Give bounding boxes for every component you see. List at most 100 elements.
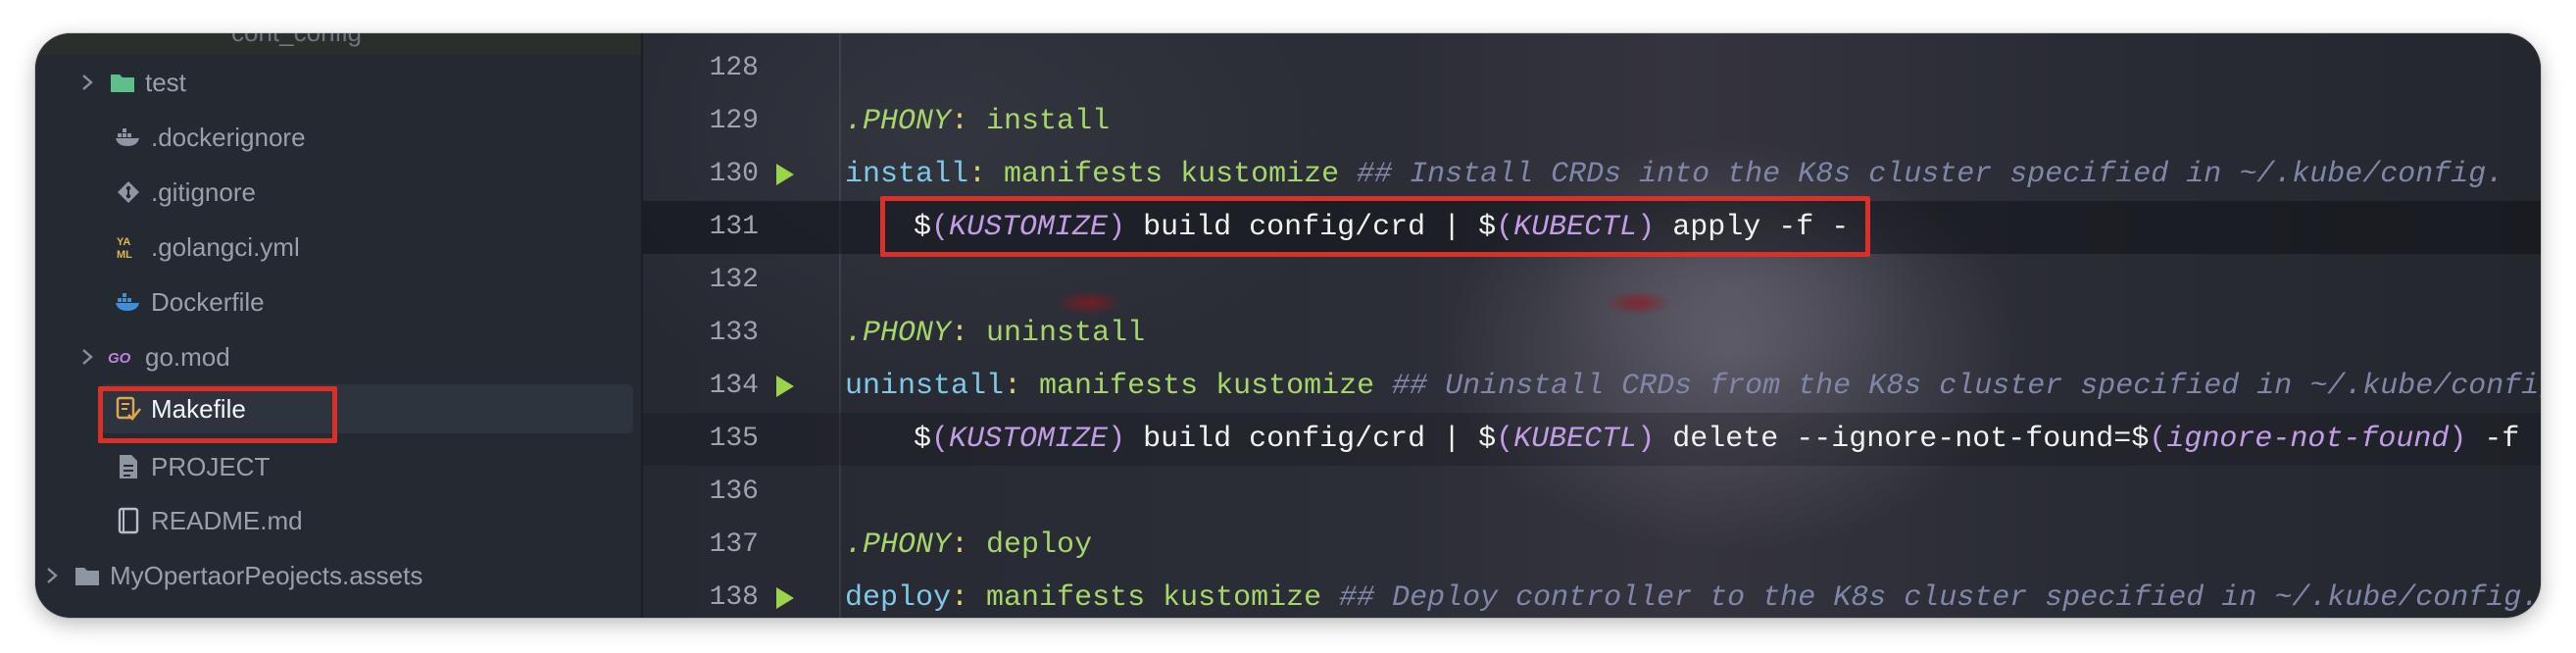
variable: KUBECTL — [1513, 423, 1638, 456]
phony-keyword: .PHONY — [845, 105, 952, 138]
phony-target: install — [968, 105, 1111, 138]
tree-item-project[interactable]: PROJECT — [114, 442, 270, 491]
colon: : — [951, 581, 969, 615]
folder-icon — [108, 68, 137, 97]
makefile-highlight-box — [98, 386, 337, 443]
folder-icon — [73, 561, 102, 590]
code-line[interactable]: 129 .PHONY: install — [643, 95, 2541, 148]
dollar: $ — [1478, 423, 1497, 456]
colon: : — [968, 158, 987, 191]
git-file-icon — [114, 177, 143, 207]
code-line[interactable]: 128 — [643, 42, 2541, 95]
tree-item-label: go.mod — [145, 341, 230, 372]
tree-item-assets[interactable]: MyOpertaorPeojects.assets — [41, 551, 422, 600]
tree-item-label: .golangci.yml — [151, 231, 300, 262]
code-line[interactable]: 132 — [643, 254, 2541, 307]
tree-item-label: PROJECT — [151, 451, 271, 481]
rule-deps: manifests kustomize — [986, 158, 1340, 191]
variable: KUSTOMIZE — [949, 423, 1109, 456]
rule-name: deploy — [845, 581, 952, 615]
line-number: 138 — [709, 582, 759, 613]
tree-item-go-mod[interactable]: GO go.mod — [76, 332, 230, 381]
rule-name: uninstall — [845, 370, 1005, 403]
code-line[interactable]: 134 uninstall: manifests kustomize ## Un… — [643, 360, 2541, 413]
line-number: 137 — [709, 529, 759, 560]
phony-keyword: .PHONY — [845, 528, 952, 562]
comment: ## Deploy controller to the K8s cluster … — [1321, 581, 2540, 615]
project-sidebar: cont_config test .dockerignore .gitignor… — [35, 33, 641, 618]
code-line[interactable]: 136 — [643, 466, 2541, 519]
command-text: -f - — [2484, 423, 2541, 456]
run-target-icon[interactable] — [776, 376, 794, 397]
paren: ) — [1637, 423, 1656, 456]
code-text: .PHONY: uninstall — [845, 307, 1145, 360]
paren: ( — [931, 423, 950, 456]
chevron-right-icon[interactable] — [76, 72, 98, 93]
tree-item-golangci[interactable]: YA ML .golangci.yml — [114, 223, 300, 272]
svg-text:YA: YA — [117, 236, 130, 248]
paren: ( — [2149, 423, 2167, 456]
tree-item-label: README.md — [151, 505, 303, 535]
cut-off-tree-item[interactable]: cont_config — [231, 33, 362, 48]
dollar: $ — [2131, 423, 2150, 456]
tree-item-test[interactable]: test — [76, 58, 186, 107]
code-text: deploy: manifests kustomize ## Deploy co… — [845, 572, 2539, 618]
colon: : — [951, 528, 969, 562]
yaml-file-icon: YA ML — [114, 232, 143, 262]
code-line[interactable]: 138 deploy: manifests kustomize ## Deplo… — [643, 572, 2541, 618]
phony-keyword: .PHONY — [845, 317, 952, 350]
tree-item-gitignore[interactable]: .gitignore — [114, 168, 256, 217]
paren: ) — [2449, 423, 2467, 456]
line-number: 130 — [709, 159, 759, 189]
docker-file-icon — [114, 123, 143, 152]
docker-file-icon — [114, 287, 143, 317]
chevron-right-icon[interactable] — [76, 346, 98, 368]
line-number: 128 — [709, 53, 759, 83]
tree-item-dockerfile[interactable]: Dockerfile — [114, 277, 265, 326]
rule-deps: manifests kustomize — [1021, 370, 1375, 403]
code-text: .PHONY: deploy — [845, 519, 1092, 572]
code-line[interactable]: 130 install: manifests kustomize ## Inst… — [643, 148, 2541, 201]
line-number: 131 — [709, 212, 759, 242]
colon: : — [951, 105, 969, 138]
code-text: install: manifests kustomize ## Install … — [845, 148, 2503, 201]
comment: ## Uninstall CRDs from the K8s cluster s… — [1374, 370, 2541, 403]
tree-item-label: .dockerignore — [151, 122, 306, 152]
command-text: build config/crd | — [1125, 423, 1479, 456]
colon: : — [1004, 370, 1022, 403]
run-target-icon[interactable] — [776, 587, 794, 609]
tree-item-label: Dockerfile — [151, 286, 265, 317]
text-file-icon — [114, 452, 143, 481]
code-text: uninstall: manifests kustomize ## Uninst… — [845, 360, 2541, 413]
svg-text:ML: ML — [117, 249, 132, 261]
code-highlight-box — [880, 196, 1870, 257]
line-number: 132 — [709, 265, 759, 295]
line-number: 133 — [709, 318, 759, 348]
code-line[interactable]: 137 .PHONY: deploy — [643, 519, 2541, 572]
tree-item-readme[interactable]: README.md — [114, 496, 303, 545]
command-text: delete --ignore-not-found= — [1655, 423, 2132, 456]
tree-item-dockerignore[interactable]: .dockerignore — [114, 113, 306, 162]
code-text: $(KUSTOMIZE) build config/crd | $(KUBECT… — [845, 413, 2541, 466]
comment: ## Install CRDs into the K8s cluster spe… — [1339, 158, 2504, 191]
run-target-icon[interactable] — [776, 164, 794, 185]
line-number: 135 — [709, 424, 759, 454]
colon: : — [951, 317, 969, 350]
variable: ignore-not-found — [2166, 423, 2450, 456]
code-line[interactable]: 135 $(KUSTOMIZE) build config/crd | $(KU… — [643, 413, 2541, 466]
paren: ) — [1108, 423, 1126, 456]
phony-target: uninstall — [968, 317, 1146, 350]
chevron-right-icon[interactable] — [41, 565, 63, 586]
svg-text:GO: GO — [108, 350, 131, 367]
code-line[interactable]: 133 .PHONY: uninstall — [643, 307, 2541, 360]
line-number: 134 — [709, 371, 759, 401]
dollar: $ — [914, 423, 932, 456]
code-editor[interactable]: 128 129 .PHONY: install 130 install: man… — [643, 33, 2541, 618]
phony-target: deploy — [968, 528, 1093, 562]
rule-name: install — [845, 158, 969, 191]
tree-item-label: test — [145, 67, 186, 97]
tree-item-label: .gitignore — [151, 176, 256, 207]
paren: ( — [1496, 423, 1514, 456]
line-number: 136 — [709, 477, 759, 507]
go-file-icon: GO — [108, 342, 137, 372]
